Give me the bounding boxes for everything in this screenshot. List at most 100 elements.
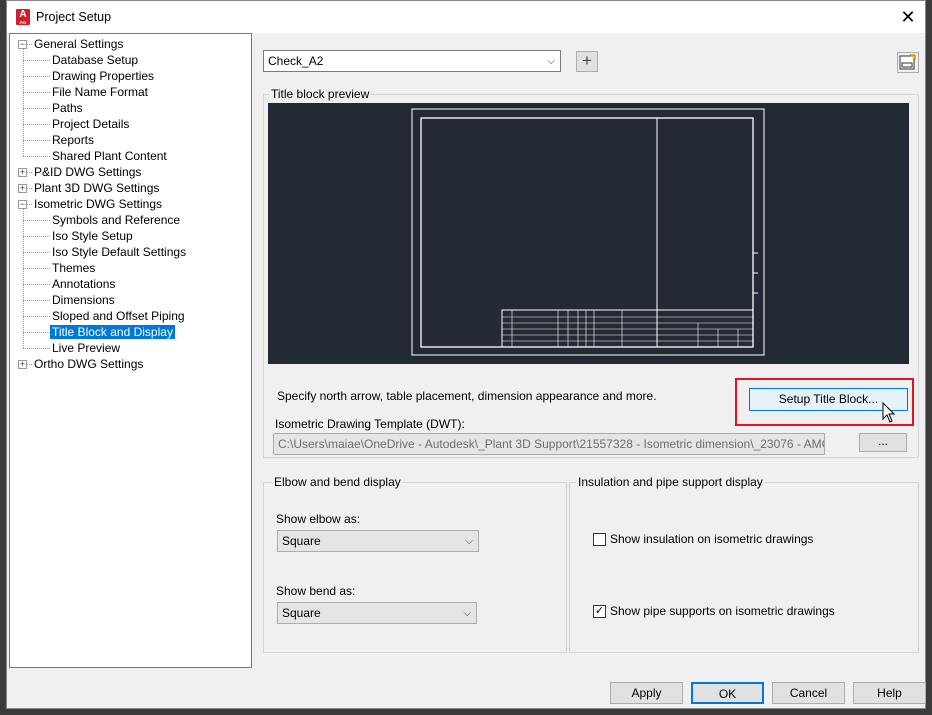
tree-connector xyxy=(27,44,32,45)
tree-item-label: Isometric DWG Settings xyxy=(34,197,163,211)
tree-connector xyxy=(23,124,50,125)
tree-item[interactable]: Annotations xyxy=(50,276,117,292)
template-label: Isometric Drawing Template (DWT): xyxy=(275,417,465,431)
tree-item-label: Annotations xyxy=(52,277,116,291)
bend-select-value: Square xyxy=(282,606,321,620)
tree-connector xyxy=(27,364,32,365)
tree-connector xyxy=(27,204,32,205)
tree-connector xyxy=(23,236,50,237)
tree-item[interactable]: Title Block and Display xyxy=(50,324,175,340)
tree-item-label: Plant 3D DWG Settings xyxy=(34,181,160,195)
expand-icon[interactable]: + xyxy=(18,168,27,177)
tree-item[interactable]: File Name Format xyxy=(50,84,150,100)
title-block-preview-label: Title block preview xyxy=(269,87,372,101)
tree-item[interactable]: Drawing Properties xyxy=(50,68,156,84)
tree-item[interactable]: Themes xyxy=(50,260,97,276)
tree-item-label: Iso Style Setup xyxy=(52,229,133,243)
tree-connector xyxy=(23,60,50,61)
insulation-support-group-label: Insulation and pipe support display xyxy=(576,475,765,489)
tree-connector xyxy=(23,49,24,156)
tree-item[interactable]: P&ID DWG Settings xyxy=(32,164,143,180)
tree-item[interactable]: Shared Plant Content xyxy=(50,148,169,164)
insulation-checkbox[interactable] xyxy=(593,533,606,546)
tree-connector xyxy=(23,140,50,141)
browse-template-button[interactable]: ... xyxy=(859,433,907,452)
tree-item[interactable]: Isometric DWG Settings xyxy=(32,196,164,212)
pipe-supports-checkbox[interactable]: ✓ xyxy=(593,605,606,618)
add-style-button[interactable]: + xyxy=(576,51,598,72)
tree-item[interactable]: Paths xyxy=(50,100,85,116)
tree-connector xyxy=(23,284,50,285)
title-bar: A PID Project Setup ✕ xyxy=(7,1,925,33)
elbow-label: Show elbow as: xyxy=(276,512,361,526)
expand-icon[interactable]: + xyxy=(18,184,27,193)
tree-connector xyxy=(23,108,50,109)
insulation-support-group xyxy=(569,482,919,653)
edit-style-icon[interactable] xyxy=(897,52,919,73)
bend-label: Show bend as: xyxy=(276,584,356,598)
tree-connector xyxy=(23,76,50,77)
collapse-icon[interactable]: − xyxy=(18,200,27,209)
autocad-logo-icon: A PID xyxy=(16,9,30,25)
collapse-icon[interactable]: − xyxy=(18,40,27,49)
title-block-preview xyxy=(268,103,909,364)
tree-item-label: Dimensions xyxy=(52,293,115,307)
pipe-supports-label: Show pipe supports on isometric drawings xyxy=(610,604,835,618)
tree-item-label: Live Preview xyxy=(52,341,121,355)
tree-item[interactable]: General Settings xyxy=(32,36,125,52)
tree-item[interactable]: Iso Style Setup xyxy=(50,228,135,244)
tree-item-label: Database Setup xyxy=(52,53,139,67)
tree-item[interactable]: Symbols and Reference xyxy=(50,212,182,228)
settings-tree[interactable]: General Settings − Database Setup Drawing P… xyxy=(9,33,252,668)
tree-item-label: Project Details xyxy=(52,117,130,131)
setup-description: Specify north arrow, table placement, di… xyxy=(277,389,657,403)
tree-item-label: Themes xyxy=(52,261,96,275)
elbow-bend-group-label: Elbow and bend display xyxy=(272,475,403,489)
tree-item-label: Shared Plant Content xyxy=(52,149,167,163)
tree-item-label: Paths xyxy=(52,101,83,115)
tree-item-label: Iso Style Default Settings xyxy=(52,245,187,259)
close-icon[interactable]: ✕ xyxy=(895,5,921,29)
tree-item-label: File Name Format xyxy=(52,85,149,99)
chevron-down-icon: ⌵ xyxy=(465,536,473,547)
mouse-cursor-icon xyxy=(882,401,896,427)
tree-item[interactable]: Dimensions xyxy=(50,292,117,308)
tree-connector xyxy=(23,92,50,93)
tree-item[interactable]: Ortho DWG Settings xyxy=(32,356,145,372)
bend-select[interactable]: Square ⌵ xyxy=(277,602,477,624)
ok-button[interactable]: OK xyxy=(691,682,764,704)
tree-item-label: Ortho DWG Settings xyxy=(34,357,144,371)
tree-connector xyxy=(27,188,32,189)
apply-button[interactable]: Apply xyxy=(610,682,683,704)
tree-item[interactable]: Database Setup xyxy=(50,52,140,68)
tree-connector xyxy=(23,268,50,269)
tree-connector xyxy=(23,348,50,349)
tree-item-label: Sloped and Offset Piping xyxy=(52,309,185,323)
tree-item[interactable]: Project Details xyxy=(50,116,131,132)
tree-connector xyxy=(23,220,50,221)
expand-icon[interactable]: + xyxy=(18,360,27,369)
elbow-select-value: Square xyxy=(282,534,321,548)
tree-item[interactable]: Reports xyxy=(50,132,96,148)
template-path-field[interactable]: C:\Users\maiae\OneDrive - Autodesk\_Plan… xyxy=(273,433,825,455)
chevron-down-icon: ⌵ xyxy=(463,608,471,619)
tree-item-label: General Settings xyxy=(34,37,124,51)
tree-item[interactable]: Live Preview xyxy=(50,340,122,356)
tree-connector xyxy=(23,252,50,253)
tree-item-label: Symbols and Reference xyxy=(52,213,181,227)
tree-item[interactable]: Plant 3D DWG Settings xyxy=(32,180,161,196)
tree-connector xyxy=(23,332,50,333)
help-button[interactable]: Help xyxy=(853,682,926,704)
chevron-down-icon: ⌵ xyxy=(547,56,555,67)
style-select-value: Check_A2 xyxy=(268,54,324,68)
tree-item[interactable]: Sloped and Offset Piping xyxy=(50,308,187,324)
insulation-label: Show insulation on isometric drawings xyxy=(610,532,814,546)
tree-connector xyxy=(23,300,50,301)
tree-connector xyxy=(23,156,50,157)
project-setup-dialog: A PID Project Setup ✕ General Settings − Da… xyxy=(6,0,926,709)
style-select[interactable]: Check_A2 ⌵ xyxy=(263,50,561,72)
elbow-select[interactable]: Square ⌵ xyxy=(277,530,479,552)
cancel-button[interactable]: Cancel xyxy=(772,682,845,704)
tree-item[interactable]: Iso Style Default Settings xyxy=(50,244,188,260)
elbow-bend-group xyxy=(263,482,567,653)
